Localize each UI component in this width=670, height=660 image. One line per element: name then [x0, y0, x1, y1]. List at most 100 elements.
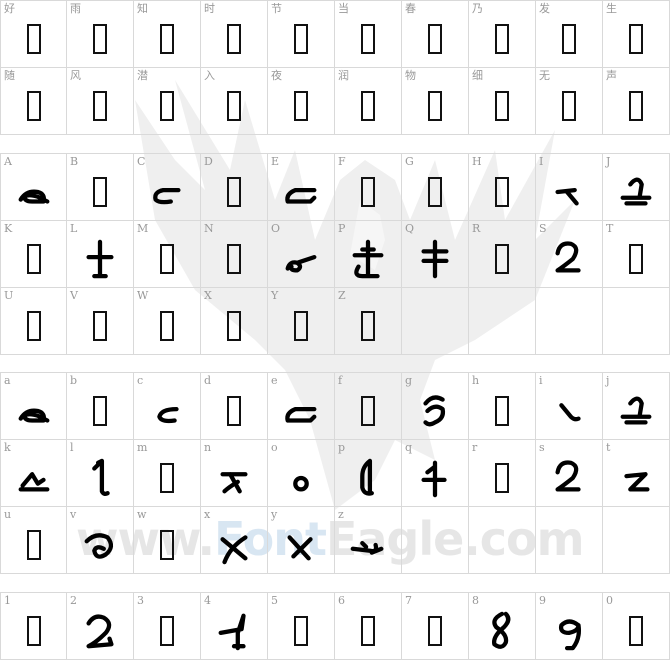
glyph-cell: 发 [536, 1, 603, 67]
missing-glyph-icon [562, 91, 576, 121]
glyph-cell: U [0, 288, 67, 354]
glyph-cell: L [67, 221, 134, 287]
glyph-preview [134, 13, 200, 65]
script-glyph-icon [285, 254, 317, 273]
missing-glyph-icon [428, 177, 442, 207]
missing-glyph-icon [428, 91, 442, 121]
glyph-cell: 时 [201, 1, 268, 67]
glyph-cell: 4 [201, 593, 268, 659]
glyph-cell: q [402, 440, 469, 506]
glyph-cell [469, 288, 536, 354]
glyph-cell: M [134, 221, 201, 287]
glyph-cell: s [536, 440, 603, 506]
glyph-cell: S [536, 221, 603, 287]
glyph-preview [268, 166, 334, 218]
missing-glyph-icon [227, 311, 241, 341]
glyph-cell: 好 [0, 1, 67, 67]
glyph-preview [335, 385, 401, 437]
glyph-row: 随 风 潜 入 夜 润 物 细 无 声 [0, 68, 670, 135]
glyph-preview [134, 233, 200, 285]
glyph-cell: 随 [0, 68, 67, 134]
glyph-row: A B C D E F G H I J [0, 154, 670, 221]
glyph-cell: 物 [402, 68, 469, 134]
glyph-cell: V [67, 288, 134, 354]
missing-glyph-icon [93, 91, 107, 121]
missing-glyph-icon [294, 616, 308, 646]
glyph-cell: d [201, 373, 268, 439]
glyph-cell [536, 507, 603, 573]
glyph-cell: 7 [402, 593, 469, 659]
glyph-preview [67, 80, 133, 132]
glyph-preview [1, 385, 66, 437]
missing-glyph-icon [495, 91, 509, 121]
missing-glyph-icon [629, 616, 643, 646]
missing-glyph-icon [160, 530, 174, 560]
glyph-cell: c [134, 373, 201, 439]
missing-glyph-icon [160, 91, 174, 121]
script-glyph-icon [350, 540, 384, 555]
glyph-cell: g [402, 373, 469, 439]
script-glyph-icon [559, 403, 581, 422]
missing-glyph-icon [428, 24, 442, 54]
missing-glyph-icon [361, 24, 375, 54]
glyph-cell [536, 288, 603, 354]
glyph-preview [268, 80, 334, 132]
glyph-cell: j [603, 373, 670, 439]
glyph-preview [201, 300, 267, 352]
script-glyph-icon [555, 187, 579, 206]
script-glyph-icon [492, 611, 511, 649]
missing-glyph-icon [294, 91, 308, 121]
glyph-preview [335, 519, 401, 571]
script-glyph-icon [421, 239, 449, 279]
missing-glyph-icon [227, 244, 241, 274]
glyph-preview [268, 300, 334, 352]
glyph-cell: W [134, 288, 201, 354]
missing-glyph-icon [160, 24, 174, 54]
missing-glyph-icon [26, 311, 41, 341]
glyph-cell [603, 288, 670, 354]
glyph-preview [402, 80, 468, 132]
glyph-row: 1 2 3 4 5 6 7 8 9 0 [0, 593, 670, 660]
glyph-preview [536, 13, 602, 65]
glyph-preview [402, 605, 468, 657]
glyph-row: K L M N O P Q R S T [0, 221, 670, 288]
glyph-cell [603, 507, 670, 573]
missing-glyph-icon [361, 616, 375, 646]
script-glyph-icon [624, 472, 650, 492]
glyph-cell: 润 [335, 68, 402, 134]
glyph-preview [335, 452, 401, 504]
glyph-cell: D [201, 154, 268, 220]
glyph-preview [1, 166, 66, 218]
glyph-preview [469, 385, 535, 437]
glyph-row: k l m n o p q r s t [0, 440, 670, 507]
missing-glyph-icon [160, 311, 174, 341]
script-glyph-icon [218, 613, 246, 651]
missing-glyph-icon [294, 311, 308, 341]
glyph-preview [67, 13, 133, 65]
glyph-preview [536, 166, 602, 218]
digits-block: 1 2 3 4 5 6 7 8 9 0 [0, 592, 670, 660]
missing-glyph-icon [562, 24, 576, 54]
script-glyph-icon [285, 187, 317, 204]
glyph-cell: F [335, 154, 402, 220]
glyph-preview [469, 80, 535, 132]
missing-glyph-icon [227, 177, 241, 207]
glyph-preview [536, 385, 602, 437]
glyph-preview [67, 605, 133, 657]
glyph-row: a b c d e f g h i j [0, 373, 670, 440]
glyph-cell: 1 [0, 593, 67, 659]
missing-glyph-icon [294, 24, 308, 54]
glyph-cell: 入 [201, 68, 268, 134]
lowercase-block: a b c d e f g h i j k l m n o p q r s t … [0, 372, 670, 574]
glyph-cell: f [335, 373, 402, 439]
glyph-preview [603, 385, 669, 437]
missing-glyph-icon [361, 91, 375, 121]
glyph-preview [1, 519, 66, 571]
uppercase-block: A B C D E F G H I J K L M N O P Q R S T … [0, 153, 670, 355]
missing-glyph-icon [26, 91, 41, 121]
glyph-preview [1, 300, 66, 352]
missing-glyph-icon [26, 24, 41, 54]
script-glyph-icon [558, 619, 581, 651]
glyph-cell: 3 [134, 593, 201, 659]
glyph-cell: a [0, 373, 67, 439]
